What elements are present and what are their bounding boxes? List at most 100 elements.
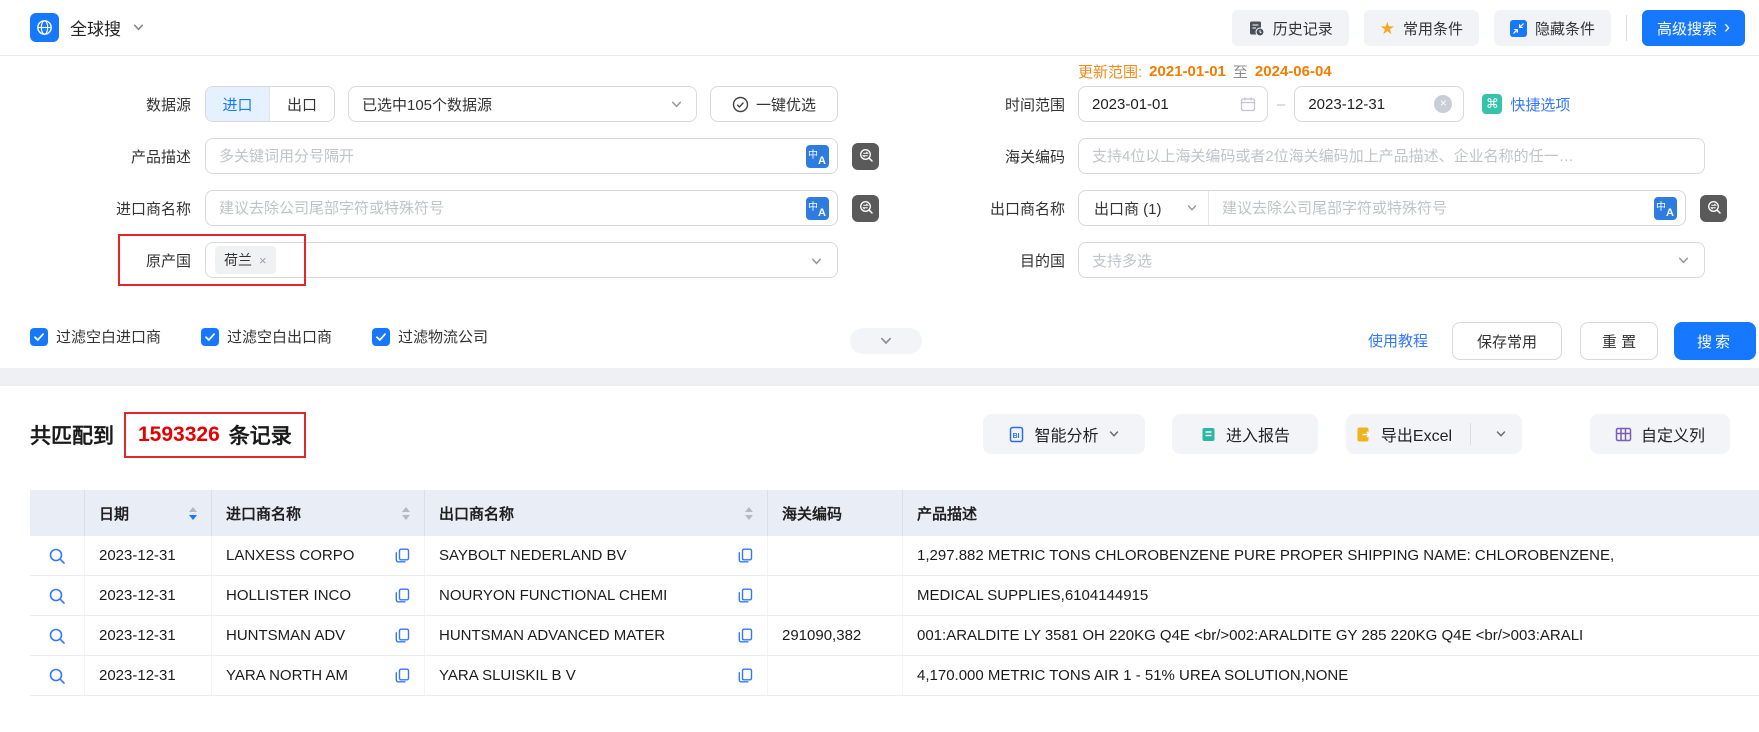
- exact-search-toggle-icon[interactable]: [852, 142, 879, 170]
- start-date-value: 2023-01-01: [1092, 95, 1169, 113]
- copy-icon[interactable]: [738, 628, 753, 643]
- end-date-field[interactable]: 2023-12-31 ×: [1294, 86, 1465, 122]
- checkbox-checked-icon: [30, 327, 48, 346]
- filter-blank-exporter-checkbox[interactable]: 过滤空白出口商: [201, 326, 332, 347]
- quick-options-link[interactable]: ⌘ 快捷选项: [1482, 94, 1570, 115]
- importer-cell: YARA NORTH AM: [212, 656, 425, 695]
- tab-import[interactable]: 进口: [206, 87, 270, 121]
- row-search-icon[interactable]: [48, 587, 66, 605]
- filter-logistics-checkbox[interactable]: 过滤物流公司: [372, 326, 488, 347]
- export-excel-group: 导出Excel: [1346, 414, 1522, 454]
- update-range-end: 2024-06-04: [1254, 63, 1332, 80]
- copy-icon[interactable]: [395, 588, 410, 603]
- translate-icon[interactable]: 中A: [1654, 196, 1677, 220]
- copy-icon[interactable]: [395, 628, 410, 643]
- data-source-label: 数据源: [145, 96, 191, 114]
- command-icon: ⌘: [1482, 94, 1503, 114]
- header-exporter[interactable]: 出口商名称: [425, 490, 768, 536]
- reset-button[interactable]: 重 置: [1580, 322, 1658, 360]
- destination-placeholder: 支持多选: [1092, 252, 1153, 270]
- bi-analysis-icon: BI: [1010, 426, 1024, 442]
- filter-checkboxes: 过滤空白进口商 过滤空白出口商 过滤物流公司: [30, 326, 488, 347]
- hs-code-input[interactable]: [1092, 147, 1691, 165]
- importer-input[interactable]: [219, 199, 806, 217]
- svg-text:BI: BI: [1013, 433, 1020, 440]
- exporter-cell: NOURYON FUNCTIONAL CHEMI: [425, 576, 768, 615]
- quick-options-label: 快捷选项: [1510, 96, 1571, 114]
- topbar-divider: [1625, 15, 1627, 41]
- copy-icon[interactable]: [738, 588, 753, 603]
- copy-icon[interactable]: [395, 668, 410, 683]
- header-date[interactable]: 日期: [85, 490, 212, 536]
- button-divider: [1470, 423, 1471, 445]
- row-search-icon[interactable]: [48, 547, 66, 565]
- filter-blank-importer-checkbox[interactable]: 过滤空白进口商: [30, 326, 161, 347]
- chevron-down-icon: [1187, 205, 1197, 211]
- header-product-desc: 产品描述: [917, 505, 978, 523]
- data-source-select[interactable]: 已选中105个数据源: [348, 86, 697, 122]
- custom-columns-button[interactable]: 自定义列: [1590, 414, 1730, 454]
- origin-country-row: 原产国 荷兰 ×: [30, 242, 838, 278]
- exporter-input[interactable]: [1209, 199, 1654, 217]
- row-detail-cell: [30, 656, 85, 695]
- copy-icon[interactable]: [738, 548, 753, 563]
- app-name: 全球搜: [70, 20, 121, 39]
- product-desc-cell: MEDICAL SUPPLIES,6104144915: [917, 587, 1149, 604]
- collapse-icon: [1509, 19, 1527, 37]
- origin-country-label: 原产国: [145, 252, 191, 270]
- export-excel-button[interactable]: 导出Excel: [1346, 414, 1461, 454]
- collapse-form-button[interactable]: [850, 328, 922, 354]
- tutorial-link[interactable]: 使用教程: [1368, 330, 1428, 351]
- report-icon: [1202, 427, 1215, 441]
- sort-icons[interactable]: [189, 506, 197, 520]
- top-bar: 全球搜 历史记录 ★ 常用条件 隐藏条件 高级搜索 ›: [0, 0, 1759, 56]
- exporter-type-select[interactable]: 出口商 (1): [1079, 191, 1209, 225]
- origin-country-select[interactable]: 荷兰 ×: [205, 242, 838, 278]
- hide-conditions-button[interactable]: 隐藏条件: [1493, 10, 1611, 46]
- destination-label: 目的国: [1019, 252, 1065, 270]
- translate-icon[interactable]: 中A: [806, 196, 829, 220]
- star-icon: ★: [1379, 18, 1395, 38]
- copy-icon[interactable]: [395, 548, 410, 563]
- sort-icons[interactable]: [402, 506, 410, 520]
- product-desc-input[interactable]: [219, 147, 806, 165]
- tab-export[interactable]: 出口: [270, 87, 334, 121]
- advanced-search-button[interactable]: 高级搜索 ›: [1641, 10, 1745, 46]
- remove-tag-icon[interactable]: ×: [259, 253, 267, 268]
- table-row: 2023-12-31 HOLLISTER INCO NOURYON FUNCTI…: [30, 576, 1759, 616]
- header-importer[interactable]: 进口商名称: [212, 490, 425, 536]
- time-range-row: 时间范围 2023-01-01 – 2023-12-31 × ⌘ 快捷选项: [960, 86, 1570, 122]
- destination-row: 目的国 支持多选: [960, 242, 1705, 278]
- copy-icon[interactable]: [738, 668, 753, 683]
- destination-select[interactable]: 支持多选: [1078, 242, 1705, 278]
- one-click-optimize-button[interactable]: 一键优选: [710, 86, 838, 122]
- chevron-down-icon: [671, 101, 682, 107]
- chevron-down-icon: [1496, 431, 1506, 437]
- row-search-icon[interactable]: [48, 627, 66, 645]
- hs-code-row: 海关编码: [960, 138, 1705, 174]
- header-hs-code: 海关编码: [768, 490, 903, 536]
- translate-icon[interactable]: 中A: [806, 144, 829, 168]
- globe-logo-icon: [30, 13, 59, 42]
- hide-conditions-label: 隐藏条件: [1534, 20, 1595, 38]
- exact-search-toggle-icon[interactable]: [852, 194, 879, 222]
- enter-report-button[interactable]: 进入报告: [1172, 414, 1318, 454]
- chevron-down-icon[interactable]: [132, 21, 145, 34]
- save-common-button[interactable]: 保存常用: [1452, 322, 1562, 360]
- exporter-cell: YARA SLUISKIL B V: [425, 656, 768, 695]
- history-button[interactable]: 历史记录: [1231, 10, 1349, 46]
- sort-icons[interactable]: [745, 506, 753, 520]
- clear-date-icon[interactable]: ×: [1434, 95, 1453, 113]
- product-desc-label: 产品描述: [130, 148, 191, 166]
- smart-analysis-button[interactable]: BI 智能分析: [983, 414, 1145, 454]
- start-date-field[interactable]: 2023-01-01: [1078, 86, 1268, 122]
- search-button[interactable]: 搜索: [1674, 322, 1756, 360]
- app-brand[interactable]: 全球搜: [30, 13, 145, 42]
- export-more-button[interactable]: [1480, 414, 1522, 454]
- row-search-icon[interactable]: [48, 667, 66, 685]
- exact-search-toggle-icon[interactable]: [1700, 194, 1727, 222]
- favorites-button[interactable]: ★ 常用条件: [1363, 10, 1479, 46]
- matched-suffix: 条记录: [228, 425, 292, 448]
- table-body: 2023-12-31 LANXESS CORPO SAYBOLT NEDERLA…: [30, 536, 1759, 696]
- header-detail-col: [30, 490, 85, 536]
